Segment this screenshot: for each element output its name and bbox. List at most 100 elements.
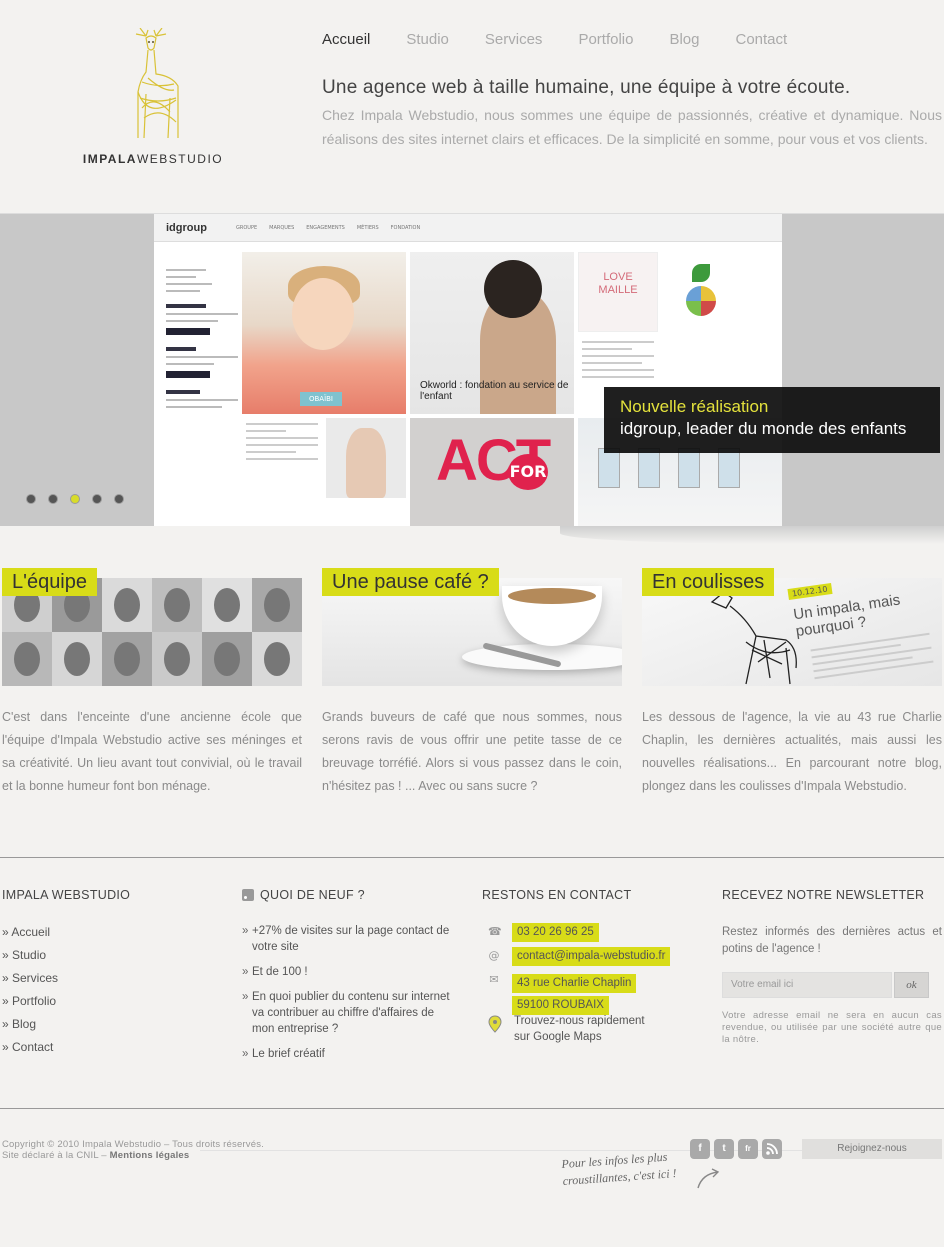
slide-caption[interactable]: Nouvelle réalisation idgroup, leader du … [604,387,940,453]
footer-col-newsletter: RECEVEZ NOTRE NEWSLETTER Restez informés… [722,888,942,1045]
contact-address-line1: 43 rue Charlie Chaplin [512,974,637,993]
footer-col-title: RECEVEZ NOTRE NEWSLETTER [722,888,925,902]
header: IMPALAWEBSTUDIO Accueil Studio Services … [0,0,944,205]
slider-dot[interactable] [115,495,123,503]
curved-arrow-icon [697,1168,720,1189]
mock-nav-item: ENGAGEMENTS [306,224,345,231]
mock-lovemaille: LOVE MAILLE [598,271,638,296]
nav-blog[interactable]: Blog [669,31,699,48]
slider-dots [27,495,123,503]
newsletter-note: Votre adresse email ne sera en aucun cas… [722,1010,942,1045]
feature-text: Grands buveurs de café que nous sommes, … [322,710,622,793]
mock-tile-engagements [242,418,322,526]
nav-accueil[interactable]: Accueil [322,31,370,48]
tagline-title: Une agence web à taille humaine, une équ… [322,77,851,98]
slider-dot[interactable] [27,495,35,503]
contact-email-row: @ contact@impala-webstudio.fr [488,947,671,966]
footer-top-divider [0,857,944,858]
slider-dot[interactable] [49,495,57,503]
newsletter-submit-button[interactable]: ok [894,972,929,998]
mock-for-text: FOR [508,454,548,490]
tagline: Une agence web à taille humaine, une équ… [322,77,942,151]
contact-phone-row: ☎ 03 20 26 96 25 [488,923,599,942]
rss-feed-icon[interactable] [762,1139,782,1159]
mock-tile-graine [662,252,742,332]
footer-col-contact: RESTONS EN CONTACT ☎ 03 20 26 96 25 @ co… [482,888,702,1043]
feature-text: C'est dans l'enceinte d'une ancienne éco… [2,710,302,793]
viadeo-icon[interactable]: fr [738,1139,758,1159]
news-item[interactable]: Le brief créatif [242,1046,454,1062]
mock-tile-actforkids: ACT FOR [410,418,574,526]
footer-link-blog[interactable]: » Blog [2,1017,222,1032]
mock-tile-girl: OBAÏBI [242,252,406,414]
legal-link[interactable]: Mentions légales [110,1150,190,1161]
feature-label[interactable]: L'équipe [2,568,97,596]
footer-col-title: QUOI DE NEUF ? [242,888,462,902]
mock-tile-caption: Okworld : fondation au service de l'enfa… [420,380,569,402]
newsletter-intro: Restez informés des dernières actus et p… [722,926,942,955]
slide-caption-text: idgroup, leader du monde des enfants [620,419,907,438]
rss-icon[interactable] [242,889,254,901]
footer-col-title: RESTONS EN CONTACT [482,888,632,902]
footer-link-services[interactable]: » Services [2,971,222,986]
slide-screenshot: idgroup GROUPE MARQUES ENGAGEMENTS MÉTIE… [154,214,782,526]
mock-logo: idgroup [166,221,207,234]
at-icon: @ [488,949,500,962]
slider-dot[interactable] [93,495,101,503]
slider-dot-active[interactable] [71,495,79,503]
news-item[interactable]: Et de 100 ! [242,964,454,980]
mock-nav-item: GROUPE [236,224,258,231]
facebook-icon[interactable]: f [690,1139,710,1159]
hero-slider[interactable]: idgroup GROUPE MARQUES ENGAGEMENTS MÉTIE… [0,213,944,526]
contact-map-link[interactable]: Trouvez-nous rapidement sur Google Maps [514,1013,645,1045]
mock-tile-lovemaille: LOVE MAILLE [578,252,658,332]
feature-text: Les dessous de l'agence, la vie au 43 ru… [642,710,942,793]
nav-contact[interactable]: Contact [736,31,788,48]
footer-link-contact[interactable]: » Contact [2,1040,222,1055]
mock-sidebar [166,264,238,413]
phone-icon: ☎ [488,925,502,938]
social-icons: f t fr [690,1139,782,1159]
mock-nav: GROUPE MARQUES ENGAGEMENTS MÉTIERS FONDA… [236,225,420,231]
nav-services[interactable]: Services [485,31,543,48]
mock-tile-boy: Okworld : fondation au service de l'enfa… [410,252,574,414]
main-nav: Accueil Studio Services Portfolio Blog C… [322,31,823,48]
footer-col-title: IMPALA WEBSTUDIO [2,888,131,902]
join-us-button[interactable]: Rejoignez-nous [802,1139,942,1159]
mock-tile-child [326,418,406,498]
footer-col-sitemap: IMPALA WEBSTUDIO » Accueil » Studio » Se… [2,888,222,1055]
contact-phone[interactable]: 03 20 26 96 25 [512,923,599,942]
mock-nav-item: FONDATION [390,224,421,231]
footer-col-news: QUOI DE NEUF ? +27% de visites sur la pa… [242,888,462,1071]
twitter-icon[interactable]: t [714,1139,734,1159]
map-pin-icon [488,1015,502,1033]
contact-map-row[interactable]: Trouvez-nous rapidement sur Google Maps [488,1013,645,1045]
contact-address-row: ✉ 43 rue Charlie Chaplin 59100 ROUBAIX [488,971,637,1015]
newsletter-form: Votre email ici ok [722,972,929,998]
slider-shadow [560,526,944,544]
mock-nav-item: MÉTIERS [356,224,379,231]
impala-logo-icon [135,28,179,139]
mock-nav-item: MARQUES [269,224,295,231]
tagline-text: Chez Impala Webstudio, nous sommes une é… [322,107,942,147]
news-item[interactable]: En quoi publier du contenu sur internet … [242,989,454,1037]
social-teaser: Pour les infos les plus croustillantes, … [561,1149,678,1188]
mock-badge: OBAÏBI [300,392,342,406]
slide-caption-title: Nouvelle réalisation [620,397,769,416]
site-logo[interactable]: IMPALAWEBSTUDIO [78,28,228,166]
footer-sitemap-list: » Accueil » Studio » Services » Portfoli… [2,925,222,1055]
nav-portfolio[interactable]: Portfolio [578,31,633,48]
nav-studio[interactable]: Studio [406,31,449,48]
footer-bottom-divider [0,1108,944,1109]
news-item[interactable]: +27% de visites sur la page contact de v… [242,923,454,955]
logo-wordmark: IMPALAWEBSTUDIO [82,152,224,166]
newsletter-email-input[interactable]: Votre email ici [722,972,892,998]
footer-link-studio[interactable]: » Studio [2,948,222,963]
contact-email[interactable]: contact@impala-webstudio.fr [512,947,671,966]
feature-label[interactable]: Une pause café ? [322,568,499,596]
footer-link-portfolio[interactable]: » Portfolio [2,994,222,1009]
footer-link-accueil[interactable]: » Accueil [2,925,222,940]
feature-label[interactable]: En coulisses [642,568,775,596]
mock-topbar: idgroup GROUPE MARQUES ENGAGEMENTS MÉTIE… [154,214,782,242]
news-list: +27% de visites sur la page contact de v… [242,923,462,1062]
